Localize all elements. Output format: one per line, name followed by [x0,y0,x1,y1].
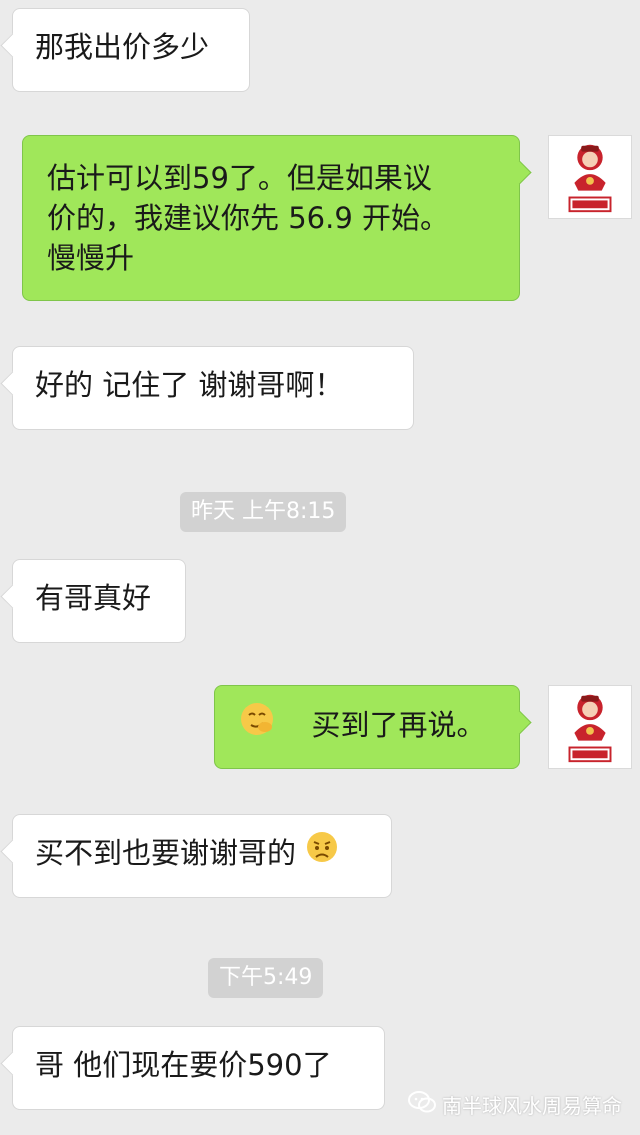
user-avatar[interactable] [548,685,632,769]
message-bubble-received[interactable]: 哥 他们现在要价590了 [12,1026,385,1110]
message-text-line: 估计可以到59了。但是如果议 [47,161,432,195]
message-bubble-received[interactable]: 那我出价多少 [12,8,250,92]
wechat-icon [408,1090,436,1119]
message-bubble-received[interactable]: 好的 记住了 谢谢哥啊！ [12,346,414,430]
fortune-god-logo-icon [568,694,612,763]
message-bubble-received[interactable]: 有哥真好 [12,559,186,643]
timestamp: 下午5:49 [208,958,324,998]
message-text-line: 价的，我建议你先 56.9 开始。 [47,201,450,235]
message-text: 哥 他们现在要价590了 [35,1048,332,1082]
worried-emoji-icon [305,830,339,874]
message-bubble-sent[interactable]: 买到了再说。 [214,685,520,769]
message-text: 买不到也要谢谢哥的 [35,836,297,870]
message-text-line: 慢慢升 [47,241,135,275]
timestamp: 昨天 上午8:15 [180,492,347,532]
message-text: 买到了再说。 [311,708,486,742]
message-bubble-sent[interactable]: 估计可以到59了。但是如果议 价的，我建议你先 56.9 开始。 慢慢升 [22,135,520,301]
message-bubble-received[interactable]: 买不到也要谢谢哥的 [12,814,392,898]
message-text: 那我出价多少 [35,30,210,64]
user-avatar[interactable] [548,135,632,219]
fortune-god-logo-icon [568,144,612,213]
watermark-text: 南半球风水周易算命 [442,1094,622,1118]
smirk-hand-emoji-icon [239,701,275,747]
message-text: 好的 记住了 谢谢哥啊！ [35,368,344,402]
watermark: 南半球风水周易算命 [408,1090,622,1119]
message-text: 有哥真好 [35,581,152,615]
